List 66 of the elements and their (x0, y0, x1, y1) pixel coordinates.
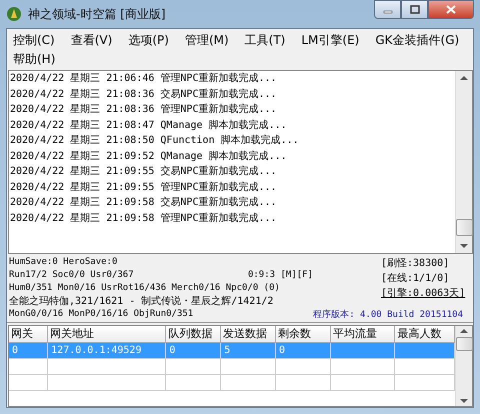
scroll-thumb[interactable] (456, 337, 472, 351)
column-header[interactable]: 发送数据 (221, 326, 276, 343)
log-line: 2020/4/22 星期三 21:09:58 管理NPC重新加载完成... (10, 212, 278, 226)
scroll-down-icon (460, 244, 468, 249)
column-header[interactable]: 网关地址 (48, 326, 166, 343)
maximize-icon (410, 5, 420, 14)
table-cell (166, 359, 222, 375)
version-text: 程序版本: 4.00 Build 20151104 (313, 308, 463, 321)
log-line: 2020/4/22 星期三 21:09:55 管理NPC重新加载完成... (10, 180, 278, 194)
table-cell: 127.0.0.1:49529 (48, 343, 166, 359)
table-cell (276, 359, 331, 375)
scrollbar[interactable] (455, 71, 472, 253)
table-cell: 0 (276, 343, 331, 359)
table-cell (330, 359, 396, 375)
menu-item[interactable]: 管理(M) (184, 31, 229, 49)
menu-item[interactable]: 帮助(H) (13, 50, 56, 68)
table-cell (276, 375, 331, 391)
table-cell (9, 375, 48, 391)
window-title: 神之领域-时空篇 [商业版] (28, 6, 166, 22)
monster-count: [刷怪:38300] (380, 256, 450, 271)
column-header[interactable]: 队列数据 (166, 326, 222, 343)
scrollbar[interactable] (455, 326, 472, 406)
log-line: 2020/4/22 星期三 21:08:36 管理NPC重新加载完成... (10, 102, 278, 117)
table-cell (330, 343, 396, 359)
scroll-up-icon (460, 75, 468, 80)
status-text: HumSave:0 HeroSave:0 (9, 256, 118, 269)
menu-item[interactable]: 查看(V) (70, 31, 112, 49)
status-text: Run17/2 Soc0/0 Usr0/367 (9, 269, 134, 282)
table-cell (221, 375, 276, 391)
table-cell (330, 375, 396, 391)
log-line: 2020/4/22 星期三 21:09:52 QManage 脚本加载完成... (10, 150, 288, 164)
online-count: [在线:1/1/0] (380, 272, 450, 286)
log-line: 2020/4/22 星期三 21:08:50 QFunction 脚本加载完成... (10, 134, 300, 148)
status-text: Hum0/351 Mon0/16 UsrRot16/436 Merch0/16 Npc0/0 (0) (9, 282, 281, 295)
log-line: 2020/4/22 星期三 21:09:58 交易NPC重新加载完成... (10, 196, 278, 210)
app-icon (6, 6, 22, 22)
scroll-thumb[interactable] (456, 219, 472, 236)
column-header[interactable]: 网关 (9, 326, 48, 343)
log-line: 2020/4/22 星期三 21:09:55 交易NPC重新加载完成... (10, 164, 278, 179)
menu-item[interactable]: LM引擎(E) (301, 31, 360, 49)
scroll-down-icon (460, 399, 468, 404)
menu-item[interactable]: 选项(P) (128, 31, 169, 49)
menu-item[interactable]: GK金装插件(G) (375, 31, 460, 49)
close-button[interactable] (428, 0, 474, 19)
table-cell: 0 (166, 343, 222, 359)
table-cell (166, 375, 222, 391)
column-header[interactable]: 平均流量 (330, 326, 396, 343)
table-cell: 0 (9, 343, 48, 359)
scroll-up-icon (460, 328, 468, 333)
close-icon (446, 5, 456, 14)
column-header[interactable]: 剩余数 (276, 326, 331, 343)
status-text: 全能之玛特伽,321/1621 - 制式传说・星辰之辉/1421/2 (9, 295, 274, 308)
table-cell: 5 (221, 343, 276, 359)
engine-link[interactable]: [引擎:0.0063天] (333, 286, 466, 301)
menu-item[interactable]: 控制(C) (13, 31, 55, 49)
menu-item[interactable]: 工具(T) (244, 31, 286, 49)
table-cell (221, 359, 276, 375)
column-header[interactable]: 最高人数 (395, 326, 455, 343)
log-line: 2020/4/22 星期三 21:08:47 QManage 脚本加载完成... (10, 118, 288, 132)
timer-text: 0:9:3 [M][F] (248, 269, 313, 282)
status-text: MonG0/0/16 MonP0/16/16 ObjRun0/351 (9, 308, 194, 321)
minimize-button[interactable] (374, 0, 401, 19)
table-cell (9, 359, 48, 375)
maximize-button[interactable] (401, 0, 428, 19)
log-line: 2020/4/22 星期三 21:06:46 管理NPC重新加载完成... (10, 72, 278, 86)
log-line: 2020/4/22 星期三 21:08:36 交易NPC重新加载完成... (10, 88, 278, 102)
